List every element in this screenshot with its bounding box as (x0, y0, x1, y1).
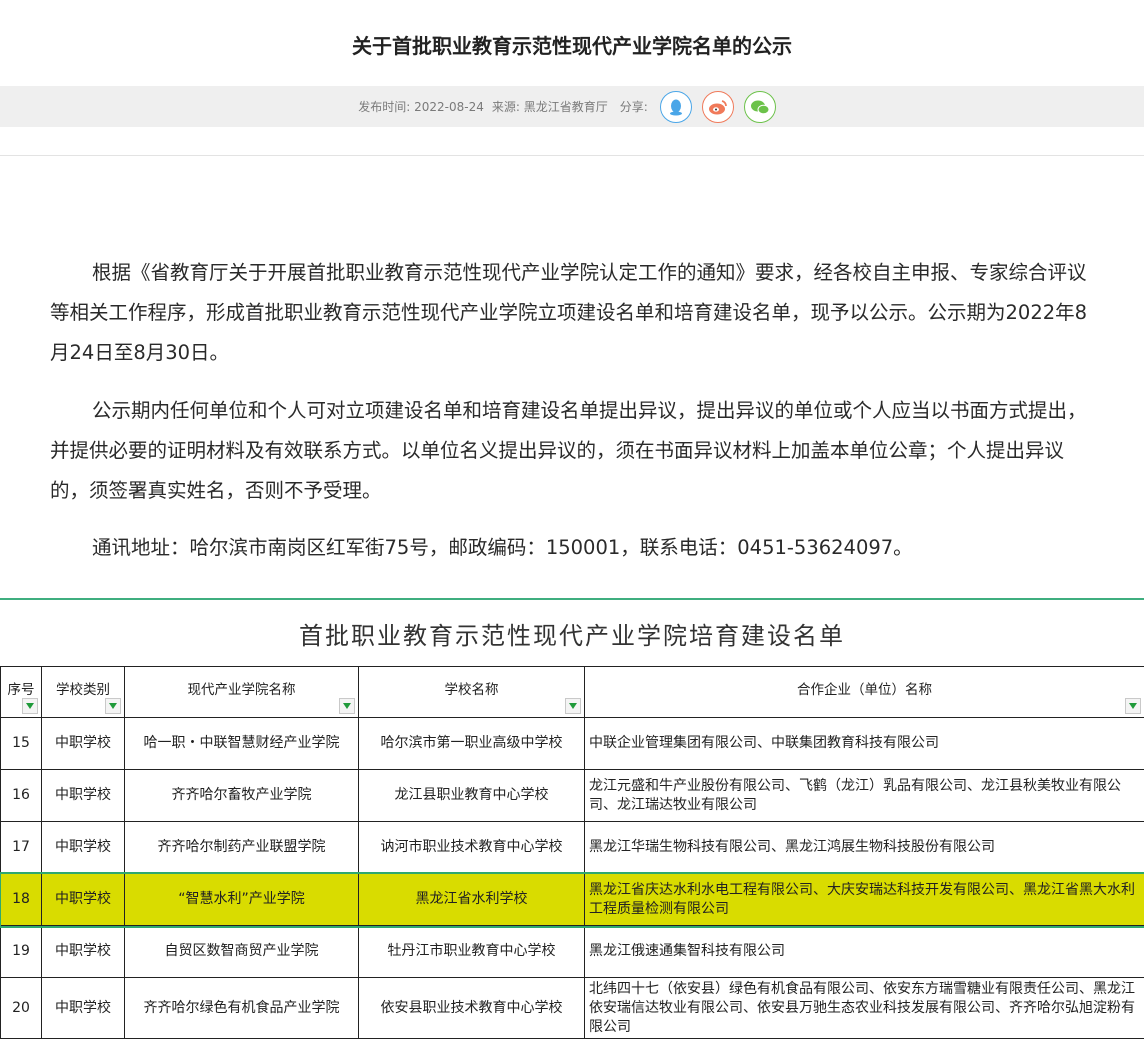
cell-college: 自贸区数智商贸产业学院 (124, 925, 359, 978)
cell-partners: 黑龙江省庆达水利水电工程有限公司、大庆安瑞达科技开发有限公司、黑龙江省黑大水利工… (584, 873, 1144, 926)
article-meta-bar: 发布时间: 2022-08-24 来源: 黑龙江省教育厅 分享: (0, 86, 1144, 127)
header-partner-name: 合作企业（单位）名称 (584, 666, 1144, 718)
contact-paragraph: 通讯地址：哈尔滨市南岗区红军街75号，邮政编码：150001，联系电话：0451… (92, 536, 913, 559)
cell-partners: 黑龙江俄速通集智科技有限公司 (584, 925, 1144, 978)
training-list-table: 序号 学校类别 现代产业学院名称 学校名称 合作企业（单位）名称 15 中职学校… (0, 666, 1144, 1039)
notice-paragraph-2: 公示期内任何单位和个人可对立项建设名单和培育建设名单提出异议，提出异议的单位或个… (50, 399, 1087, 502)
cell-no: 15 (0, 717, 42, 770)
table-row: 17 中职学校 齐齐哈尔制药产业联盟学院 讷河市职业技术教育中心学校 黑龙江华瑞… (0, 821, 1144, 874)
cell-type: 中职学校 (41, 717, 125, 770)
cell-no: 20 (0, 977, 42, 1039)
publish-label: 发布时间: (358, 100, 411, 114)
cell-college: “智慧水利”产业学院 (124, 873, 359, 926)
cell-college: 齐齐哈尔绿色有机食品产业学院 (124, 977, 359, 1039)
article-title: 关于首批职业教育示范性现代产业学院名单的公示 (352, 34, 792, 58)
cell-type: 中职学校 (41, 873, 125, 926)
table-row: 20 中职学校 齐齐哈尔绿色有机食品产业学院 依安县职业技术教育中心学校 北纬四… (0, 977, 1144, 1039)
filter-dropdown-icon[interactable] (339, 698, 355, 714)
table-row: 19 中职学校 自贸区数智商贸产业学院 牡丹江市职业教育中心学校 黑龙江俄速通集… (0, 925, 1144, 978)
filter-dropdown-icon[interactable] (565, 698, 581, 714)
cell-type: 中职学校 (41, 769, 125, 822)
cell-partners: 龙江元盛和牛产业股份有限公司、飞鹤（龙江）乳品有限公司、龙江县秋美牧业有限公司、… (584, 769, 1144, 822)
cell-college: 哈一职・中联智慧财经产业学院 (124, 717, 359, 770)
filter-dropdown-icon[interactable] (1125, 698, 1141, 714)
cell-college: 齐齐哈尔畜牧产业学院 (124, 769, 359, 822)
filter-dropdown-icon[interactable] (105, 698, 121, 714)
source-label: 来源: (491, 100, 520, 114)
cell-type: 中职学校 (41, 821, 125, 874)
cell-school: 依安县职业技术教育中心学校 (358, 977, 585, 1039)
cell-no: 17 (0, 821, 42, 874)
cell-partners: 北纬四十七（依安县）绿色有机食品有限公司、依安东方瑞雪糖业有限责任公司、黑龙江依… (584, 977, 1144, 1039)
publish-date: 2022-08-24 (414, 100, 484, 114)
cell-partners: 中联企业管理集团有限公司、中联集团教育科技有限公司 (584, 717, 1144, 770)
cell-college: 齐齐哈尔制药产业联盟学院 (124, 821, 359, 874)
cell-type: 中职学校 (41, 925, 125, 978)
publish-info: 发布时间: 2022-08-24 (358, 98, 484, 115)
cell-no: 19 (0, 925, 42, 978)
cell-type: 中职学校 (41, 977, 125, 1039)
header-school-name: 学校名称 (358, 666, 585, 718)
cell-no: 18 (0, 873, 42, 926)
wechat-icon[interactable] (743, 90, 776, 123)
header-divider (0, 155, 1144, 156)
table-row: 15 中职学校 哈一职・中联智慧财经产业学院 哈尔滨市第一职业高级中学校 中联企… (0, 717, 1144, 770)
sheet-title: 首批职业教育示范性现代产业学院培育建设名单 (299, 621, 845, 650)
cell-school: 龙江县职业教育中心学校 (358, 769, 585, 822)
header-college-name: 现代产业学院名称 (124, 666, 359, 718)
cell-partners: 黑龙江华瑞生物科技有限公司、黑龙江鸿展生物科技股份有限公司 (584, 821, 1144, 874)
header-no: 序号 (0, 666, 42, 718)
filter-dropdown-icon[interactable] (22, 698, 38, 714)
source-info: 来源: 黑龙江省教育厅 (492, 98, 608, 115)
cell-school: 黑龙江省水利学校 (358, 873, 585, 926)
cell-school: 牡丹江市职业教育中心学校 (358, 925, 585, 978)
cell-school: 讷河市职业技术教育中心学校 (358, 821, 585, 874)
notice-paragraph-1: 根据《省教育厅关于开展首批职业教育示范性现代产业学院认定工作的通知》要求，经各校… (50, 261, 1088, 364)
table-row: 16 中职学校 齐齐哈尔畜牧产业学院 龙江县职业教育中心学校 龙江元盛和牛产业股… (0, 769, 1144, 822)
qq-icon[interactable] (659, 90, 692, 123)
cell-no: 16 (0, 769, 42, 822)
source-name: 黑龙江省教育厅 (523, 100, 608, 114)
table-row-highlighted: 18 中职学校 “智慧水利”产业学院 黑龙江省水利学校 黑龙江省庆达水利水电工程… (0, 871, 1144, 928)
cell-school: 哈尔滨市第一职业高级中学校 (358, 717, 585, 770)
weibo-icon[interactable] (701, 90, 734, 123)
share-label: 分享: (619, 100, 648, 114)
table-header-row: 序号 学校类别 现代产业学院名称 学校名称 合作企业（单位）名称 (0, 666, 1144, 718)
header-school-type: 学校类别 (41, 666, 125, 718)
